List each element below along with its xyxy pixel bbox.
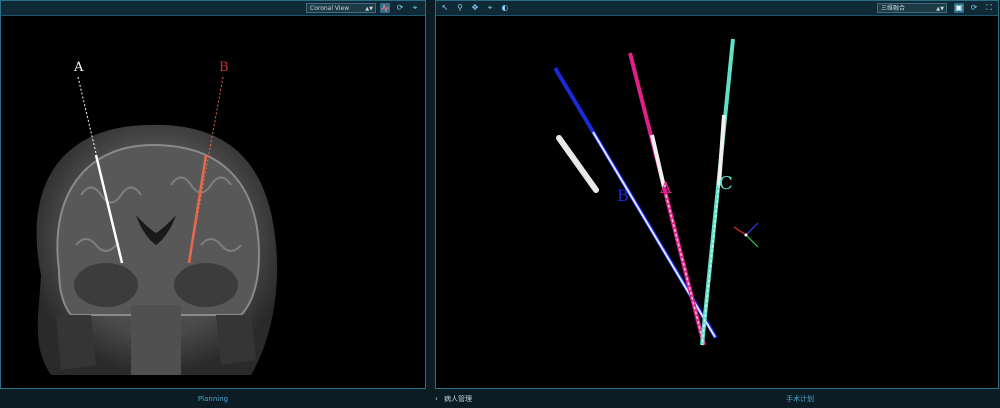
3d-electrode-scene[interactable]: B A C: [436, 15, 998, 389]
orientation-axes-icon: [733, 222, 759, 248]
refresh-icon[interactable]: ⟳: [969, 3, 979, 13]
3d-view-mode-select[interactable]: 三维融合 ▲▼: [877, 3, 947, 13]
3d-electrode-b-label: B: [617, 186, 629, 205]
pan-icon[interactable]: ✥: [470, 3, 480, 13]
planning-title: Planning: [197, 395, 229, 403]
3d-electrode-a[interactable]: [628, 52, 706, 346]
waveform-icon[interactable]: [380, 3, 390, 13]
chevron-left-icon: ‹: [435, 395, 438, 403]
left-temporal-lobe: [74, 263, 138, 307]
crosshair-icon[interactable]: ⌖: [485, 3, 495, 13]
brainstem: [131, 305, 181, 375]
right-temporal-lobe: [174, 263, 238, 307]
3d-electrode-b-contacts: [592, 131, 716, 338]
coronal-mri-image[interactable]: A B: [1, 15, 425, 389]
chevron-down-icon: ▲▼: [936, 6, 944, 12]
layout-icon[interactable]: ▣: [954, 3, 964, 13]
surgery-plan-title: 手术计划: [786, 395, 814, 403]
refresh-icon[interactable]: ⟳: [395, 3, 405, 13]
3d-view-panel[interactable]: ↖ ⚲ ✥ ⌖ ◐ 三维融合 ▲▼ ▣ ⟳ ⛶ B A C: [435, 0, 999, 389]
patient-management-link[interactable]: 病人管理: [444, 395, 472, 403]
3d-electrode-c-label: C: [719, 173, 733, 194]
left-status-bar: Planning: [0, 391, 426, 408]
contrast-icon[interactable]: ◐: [500, 3, 510, 13]
coronal-view-panel[interactable]: Coronal View ▲▼ ⟳ ⌖ A B: [0, 0, 426, 389]
electrode-b-label: B: [219, 60, 229, 75]
chevron-down-icon: ▲▼: [365, 6, 373, 12]
right-status-bar: 手术计划: [700, 391, 900, 408]
view-mode-select[interactable]: Coronal View ▲▼: [306, 3, 376, 13]
back-navigation[interactable]: ‹ 病人管理: [435, 391, 515, 408]
view-mode-label: Coronal View: [310, 5, 350, 12]
electrode-a-label: A: [73, 60, 84, 75]
3d-view-toolbar: ↖ ⚲ ✥ ⌖ ◐ 三维融合 ▲▼ ▣ ⟳ ⛶: [436, 1, 998, 16]
3d-view-mode-label: 三维融合: [881, 5, 906, 12]
3d-contact-segment: [556, 135, 599, 193]
pointer-icon[interactable]: ↖: [440, 3, 450, 13]
crosshair-icon[interactable]: ⌖: [410, 3, 420, 13]
zoom-icon[interactable]: ⚲: [455, 3, 465, 13]
fit-icon[interactable]: ⛶: [984, 3, 994, 13]
coronal-view-toolbar: Coronal View ▲▼ ⟳ ⌖: [1, 1, 425, 16]
3d-electrode-a-label: A: [659, 178, 672, 197]
